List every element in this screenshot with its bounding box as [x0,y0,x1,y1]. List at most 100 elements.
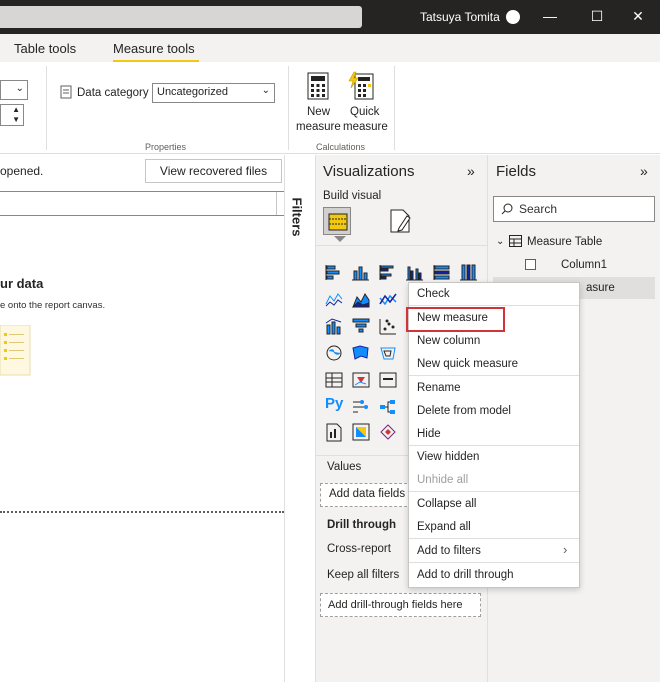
report-illustration-icon [0,325,31,376]
column1-field[interactable]: Column1 [561,259,607,271]
avatar[interactable] [506,10,520,24]
table-icon [325,372,343,388]
stacked-column-chart-icon [352,266,369,281]
format-visual-icon[interactable] [387,208,413,234]
table-icon [509,235,522,247]
scatter-chart-icon [379,319,396,335]
drill-through-heading: Drill through [327,519,396,531]
drill-through-fields-well[interactable]: Add drill-through fields here [320,593,481,617]
tab-table-tools[interactable]: Table tools [14,41,76,56]
close-window-button[interactable]: ✕ [628,8,648,25]
menu-item-expand-all[interactable]: Expand all [417,521,471,533]
card-icon [379,372,397,388]
tab-pointer [334,236,346,242]
build-visual-tab[interactable] [323,207,351,235]
properties-group-label: Properties [145,142,187,152]
power-apps-icon [352,423,370,441]
area-chart-icon [351,293,370,308]
quick-measure-label-1: Quick [350,106,380,118]
page-boundary [0,511,284,513]
search-icon [501,203,513,215]
menu-item-add-to-filters[interactable]: Add to filters [417,545,481,557]
filters-label-wrapper[interactable]: Filters [288,197,308,260]
highlight-annotation-box [406,307,505,332]
chevron-down-icon: ⌄ [15,83,24,94]
values-label: Values [327,461,362,473]
menu-item-add-to-drill-through[interactable]: Add to drill through [417,569,514,581]
power-automate-icon [380,424,396,440]
menu-separator [409,491,579,492]
menu-item-check[interactable]: Check [417,288,450,300]
menu-separator [409,305,579,306]
menu-item-delete-from-model[interactable]: Delete from model [417,405,511,417]
build-visual-label: Build visual [323,190,382,202]
minimize-button[interactable]: — [540,8,560,24]
data-category-label: Data category [77,87,149,99]
data-category-dropdown[interactable]: Uncategorized ⌄ [152,83,275,103]
view-recovered-files-button[interactable]: View recovered files [145,159,282,183]
line-chart-icon [325,293,343,307]
maximize-button[interactable]: ☐ [587,8,607,25]
measure-field[interactable]: asure [586,282,615,294]
canvas-dropdown[interactable]: ⌄ [0,191,309,216]
add-data-fields-well[interactable]: Add data fields [320,483,412,507]
expand-chevron-icon[interactable]: ⌄ [496,236,504,247]
python-visual-icon[interactable]: Py [325,395,343,412]
report-canvas[interactable] [0,155,284,682]
filters-label: Filters [289,197,305,237]
viz-divider [315,245,487,246]
cross-report-label: Cross-report [327,543,391,555]
data-category-value: Uncategorized [157,86,228,98]
keep-all-filters-label: Keep all filters [327,569,400,581]
table-build-icon [328,213,348,231]
search-placeholder: Search [519,202,558,216]
chevron-down-icon: ⌄ [261,85,270,96]
fields-title: Fields [496,163,537,180]
canvas-subtext: e onto the report canvas. [0,300,106,311]
collapse-visualizations-icon[interactable]: » [467,163,475,179]
stepper-up-icon[interactable]: ▲ [12,105,20,114]
menu-item-hide[interactable]: Hide [417,428,441,440]
map-icon [326,345,342,361]
key-influencers-icon [353,400,368,413]
kpi-icon [352,372,370,388]
measure-table-name[interactable]: Measure Table [527,236,602,248]
stepper-down-icon[interactable]: ▼ [12,115,20,124]
submenu-chevron-icon: › [563,542,568,557]
calculations-group-label: Calculations [316,142,366,152]
shape-map-icon [380,347,396,360]
menu-item-unhide-all: Unhide all [417,474,469,486]
menu-separator [409,538,579,539]
user-name[interactable]: Tatsuya Tomita [420,10,500,24]
stacked-area-chart-icon [379,293,397,306]
ribbon-divider [46,66,47,150]
filled-map-icon [352,345,369,360]
title-search-box[interactable] [0,6,362,28]
menu-item-collapse-all[interactable]: Collapse all [417,498,476,510]
menu-separator [409,445,579,446]
canvas-heading: ur data [0,276,44,291]
menu-item-rename[interactable]: Rename [417,382,460,394]
quick-measure-label-2: measure [343,121,388,133]
tab-measure-tools[interactable]: Measure tools [113,41,195,56]
menu-separator [409,562,579,563]
fields-search-input[interactable]: Search [493,196,655,222]
dropdown-divider [276,192,277,215]
column1-checkbox[interactable] [525,259,536,270]
new-measure-button[interactable]: New measure [296,70,341,136]
calculator-icon [307,72,329,100]
ribbon-divider [394,66,395,150]
menu-item-view-hidden[interactable]: View hidden [417,451,479,463]
line-and-column-chart-icon [325,318,342,335]
menu-item-new-column[interactable]: New column [417,335,480,347]
format-dropdown[interactable]: ⌄ [0,80,28,100]
menu-item-new-quick-measure[interactable]: New quick measure [417,358,518,370]
quick-calculator-icon [348,71,374,100]
funnel-icon [352,318,370,333]
data-category-icon [60,85,72,99]
quick-measure-button[interactable]: Quick measure [342,70,388,136]
menu-separator [409,375,579,376]
decimal-stepper[interactable]: ▲ ▼ [0,104,24,126]
collapse-fields-icon[interactable]: » [640,163,648,179]
100-stacked-bar-icon [433,265,450,280]
